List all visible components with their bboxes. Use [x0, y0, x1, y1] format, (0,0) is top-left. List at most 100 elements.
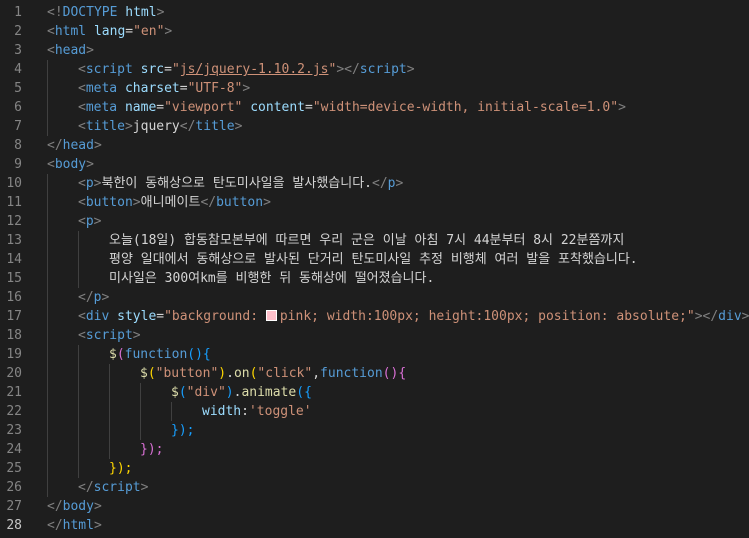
code-token: = [305, 100, 313, 115]
code-line[interactable]: 11 <button>애니메이트</button> [0, 193, 749, 212]
code-token: 오늘(18일) 합동참모본부에 따르면 우리 군은 이날 아침 7시 44분부터… [109, 233, 625, 248]
code-line[interactable]: 3 <head> [0, 41, 749, 60]
code-token: title [85, 119, 125, 134]
indent-guide [47, 250, 48, 269]
code-token: </ [200, 195, 217, 210]
code-token: pink; width:100px; height:100px; positio… [279, 309, 695, 324]
code-token: = [125, 24, 134, 39]
code-line[interactable]: 25}); [0, 459, 749, 478]
code-token: > [93, 214, 102, 229]
code-token: > [132, 195, 141, 210]
code-line[interactable]: 24}); [0, 440, 749, 459]
code-token: content [250, 100, 306, 115]
code-line[interactable]: 2 <html lang="en"> [0, 22, 749, 41]
code-token: > [124, 119, 133, 134]
code-line[interactable]: 19 $(function(){ [0, 345, 749, 364]
code-token: < [78, 176, 86, 191]
code-token: > [395, 176, 404, 191]
code-line[interactable]: 21 $("div").animate({ [0, 383, 749, 402]
code-line[interactable]: 18 <script> [0, 326, 749, 345]
indent-guide [140, 421, 141, 440]
code-token: script [359, 62, 407, 77]
code-line[interactable]: 28 </html> [0, 516, 749, 535]
indent-guide [47, 383, 48, 402]
indent-guide [47, 98, 48, 117]
line-number: 10 [6, 176, 22, 191]
indent-guide [140, 383, 141, 402]
code-line[interactable]: 6 <meta name="viewport" content="width=de… [0, 98, 749, 117]
line-number: 19 [6, 347, 22, 362]
code-line[interactable]: 14 평양 일대에서 동해상으로 발사된 단거리 탄도미사일 추정 비행체 여러 … [0, 250, 749, 269]
indent-guide [47, 345, 48, 364]
indent-guide [171, 402, 172, 421]
color-swatch-icon[interactable] [265, 310, 277, 321]
code-line[interactable]: 8 </head> [0, 136, 749, 155]
indent-guide [47, 364, 48, 383]
code-token: }); [140, 442, 164, 457]
code-line[interactable]: 12 <p> [0, 212, 749, 231]
indent-guide [78, 231, 79, 250]
code-token: lang [93, 24, 126, 39]
code-token: width [202, 404, 242, 419]
indent-guide [47, 60, 48, 79]
code-line[interactable]: 26 </script> [0, 478, 749, 497]
code-token: "viewport" [164, 100, 243, 115]
line-number: 17 [6, 309, 22, 324]
code-token: > [93, 138, 102, 153]
indent-guide [47, 79, 48, 98]
code-token: : [241, 404, 249, 419]
indent-guide [78, 402, 79, 421]
code-line[interactable]: 15 미사일은 300여km를 비행한 뒤 동해상에 떨어졌습니다. [0, 269, 749, 288]
code-line[interactable]: 27 </body> [0, 497, 749, 516]
line-number: 8 [14, 138, 22, 153]
code-token: < [47, 157, 55, 172]
code-line[interactable]: 16 </p> [0, 288, 749, 307]
code-line[interactable]: 9 <body> [0, 155, 749, 174]
code-line[interactable]: 13 오늘(18일) 합동참모본부에 따르면 우리 군은 이날 아침 7시 44분… [0, 231, 749, 250]
code-line[interactable]: 7 <title>jquery</title> [0, 117, 749, 136]
code-text: <body> [47, 155, 94, 174]
code-line[interactable]: 20 $("button").on("click",function(){ [0, 364, 749, 383]
indent-guide [47, 440, 48, 459]
indent-guide [47, 231, 48, 250]
code-token: > [164, 24, 173, 39]
indent-guide [47, 193, 48, 212]
code-token: < [78, 309, 86, 324]
indent-guide [78, 421, 79, 440]
code-line[interactable]: 23}); [0, 421, 749, 440]
code-line[interactable]: 10 <p>북한이 동해상으로 탄도미사일을 발사했습니다.</p> [0, 174, 749, 193]
code-token: meta [85, 100, 118, 115]
indent-guide [47, 478, 48, 497]
code-line[interactable]: 5 <meta charset="UTF-8"> [0, 79, 749, 98]
code-token: > [156, 5, 165, 20]
code-token: body [54, 157, 87, 172]
code-token: src [140, 62, 165, 77]
code-token: DOCTYPE [62, 5, 118, 20]
code-token: = [179, 81, 188, 96]
code-token: 애니메이트 [140, 195, 201, 210]
code-token: (){ [187, 347, 211, 362]
indent-guide [47, 421, 48, 440]
code-token: ) [225, 385, 234, 400]
code-token: < [78, 119, 86, 134]
indent-guide [78, 250, 79, 269]
line-number: 22 [6, 404, 22, 419]
code-token: body [62, 499, 94, 514]
code-editor[interactable]: 1 <!DOCTYPE html> 2 <html lang="en"> 3 <head>… [0, 0, 749, 538]
code-token: < [78, 81, 86, 96]
code-line[interactable]: 17 <div style="background: pink; width:10… [0, 307, 749, 326]
code-text: <title>jquery</title> [78, 117, 242, 136]
code-token: > [86, 43, 94, 58]
code-token: script [93, 480, 141, 495]
code-token: </ [78, 290, 94, 305]
code-token: > [618, 100, 626, 115]
code-token: > [242, 81, 251, 96]
code-line[interactable]: 1 <!DOCTYPE html> [0, 3, 749, 22]
code-line[interactable]: 4 <script src="js/jquery-1.10.2.js"></scr… [0, 60, 749, 79]
indent-guide [109, 383, 110, 402]
code-line[interactable]: 22 width:'toggle' [0, 402, 749, 421]
code-token: < [78, 100, 86, 115]
